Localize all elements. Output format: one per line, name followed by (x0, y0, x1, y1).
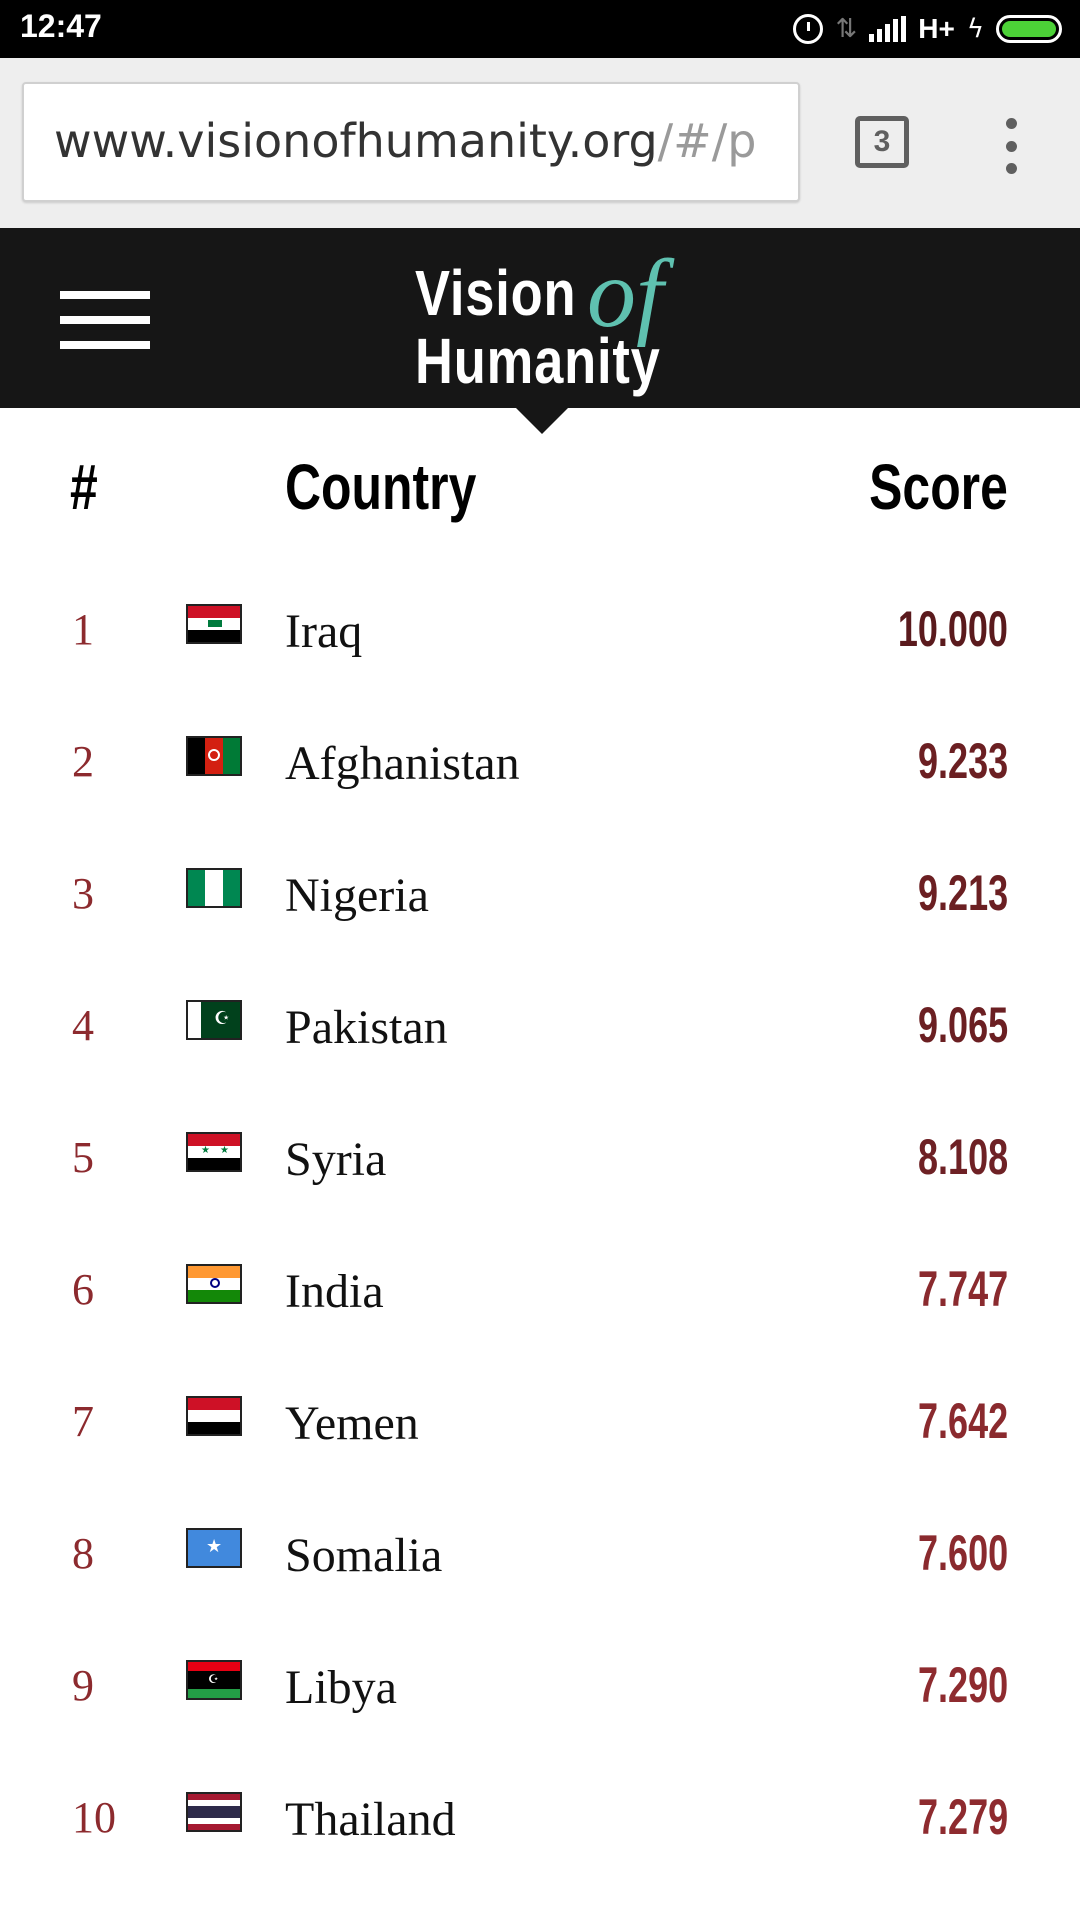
iraq-flag-icon (186, 604, 242, 644)
row-score: 10.000 (897, 601, 1008, 657)
url-text[interactable]: www.visionofhumanity.org/#/p (54, 114, 756, 168)
row-country: Pakistan (285, 1001, 448, 1054)
afghanistan-flag-icon (186, 736, 242, 776)
overflow-menu-icon[interactable] (1000, 118, 1022, 174)
header-country[interactable]: Country (285, 450, 476, 524)
ranking-table: 1 Iraq 10.000 2 Afghanistan 9.233 3 Nige… (0, 566, 1080, 1886)
table-row[interactable]: 9 ☪ Libya 7.290 (0, 1622, 1080, 1754)
syria-flag-icon: ★★ (186, 1132, 242, 1172)
nigeria-flag-icon (186, 868, 242, 908)
row-rank: 9 (72, 1661, 94, 1710)
row-score: 7.279 (917, 1789, 1008, 1845)
row-score: 7.747 (917, 1261, 1008, 1317)
table-row[interactable]: 7 Yemen 7.642 (0, 1358, 1080, 1490)
row-rank: 5 (72, 1133, 94, 1182)
row-score: 9.233 (917, 733, 1008, 789)
yemen-flag-icon (186, 1396, 242, 1436)
logo-line-2: Humanity (415, 325, 661, 397)
signal-icon (869, 16, 907, 42)
header-pointer (516, 408, 568, 434)
table-row[interactable]: 3 Nigeria 9.213 (0, 830, 1080, 962)
libya-flag-icon: ☪ (186, 1660, 242, 1700)
row-country: Syria (285, 1133, 387, 1186)
table-row[interactable]: 1 Iraq 10.000 (0, 566, 1080, 698)
row-score: 7.600 (917, 1525, 1008, 1581)
address-bar[interactable]: www.visionofhumanity.org/#/p (22, 82, 800, 202)
row-rank: 2 (72, 737, 94, 786)
pakistan-flag-icon: ☪ (186, 1000, 242, 1040)
row-country: India (285, 1265, 384, 1318)
row-country: Nigeria (285, 869, 429, 922)
tabs-button[interactable]: 3 (855, 116, 909, 168)
row-score: 8.108 (917, 1129, 1008, 1185)
row-country: Iraq (285, 605, 363, 658)
row-rank: 6 (72, 1265, 94, 1314)
table-row[interactable]: 10 Thailand 7.279 (0, 1754, 1080, 1886)
status-bar: 12:47 ⇅ H+ ϟ (0, 0, 1080, 58)
row-rank: 10 (72, 1793, 116, 1842)
row-rank: 1 (72, 605, 94, 654)
table-header: # Country Score (0, 450, 1080, 530)
row-country: Yemen (285, 1397, 419, 1450)
table-row[interactable]: 2 Afghanistan 9.233 (0, 698, 1080, 830)
alarm-icon (793, 14, 824, 44)
hamburger-menu-icon[interactable] (60, 291, 150, 349)
browser-toolbar: www.visionofhumanity.org/#/p 3 (0, 58, 1080, 228)
status-icons: ⇅ H+ ϟ (793, 10, 1062, 48)
table-row[interactable]: 8 ★ Somalia 7.600 (0, 1490, 1080, 1622)
row-country: Thailand (285, 1793, 456, 1846)
status-time: 12:47 (20, 8, 102, 44)
thailand-flag-icon (186, 1792, 242, 1832)
battery-icon (996, 15, 1062, 43)
data-arrows-icon: ⇅ (835, 14, 858, 44)
row-score: 9.213 (917, 865, 1008, 921)
site-logo[interactable]: Vision of Humanity (415, 240, 675, 397)
network-type-label: H+ (918, 13, 955, 44)
tab-count: 3 (873, 125, 891, 158)
charging-bolt-icon: ϟ (966, 14, 984, 44)
somalia-flag-icon: ★ (186, 1528, 242, 1568)
row-country: Libya (285, 1661, 397, 1714)
row-rank: 8 (72, 1529, 94, 1578)
row-rank: 3 (72, 869, 94, 918)
row-country: Afghanistan (285, 737, 520, 790)
india-flag-icon (186, 1264, 242, 1304)
header-rank[interactable]: # (70, 450, 98, 524)
row-rank: 4 (72, 1001, 94, 1050)
logo-line-1: Vision (415, 257, 577, 329)
row-score: 7.290 (917, 1657, 1008, 1713)
table-row[interactable]: 4 ☪ Pakistan 9.065 (0, 962, 1080, 1094)
header-score[interactable]: Score (869, 450, 1008, 524)
row-country: Somalia (285, 1529, 443, 1582)
table-row[interactable]: 5 ★★ Syria 8.108 (0, 1094, 1080, 1226)
row-rank: 7 (72, 1397, 94, 1446)
table-row[interactable]: 6 India 7.747 (0, 1226, 1080, 1358)
row-score: 9.065 (917, 997, 1008, 1053)
url-main: www.visionofhumanity.org (54, 114, 658, 168)
site-header: Vision of Humanity (0, 228, 1080, 408)
row-score: 7.642 (917, 1393, 1008, 1449)
url-faded: /#/p (657, 114, 757, 168)
